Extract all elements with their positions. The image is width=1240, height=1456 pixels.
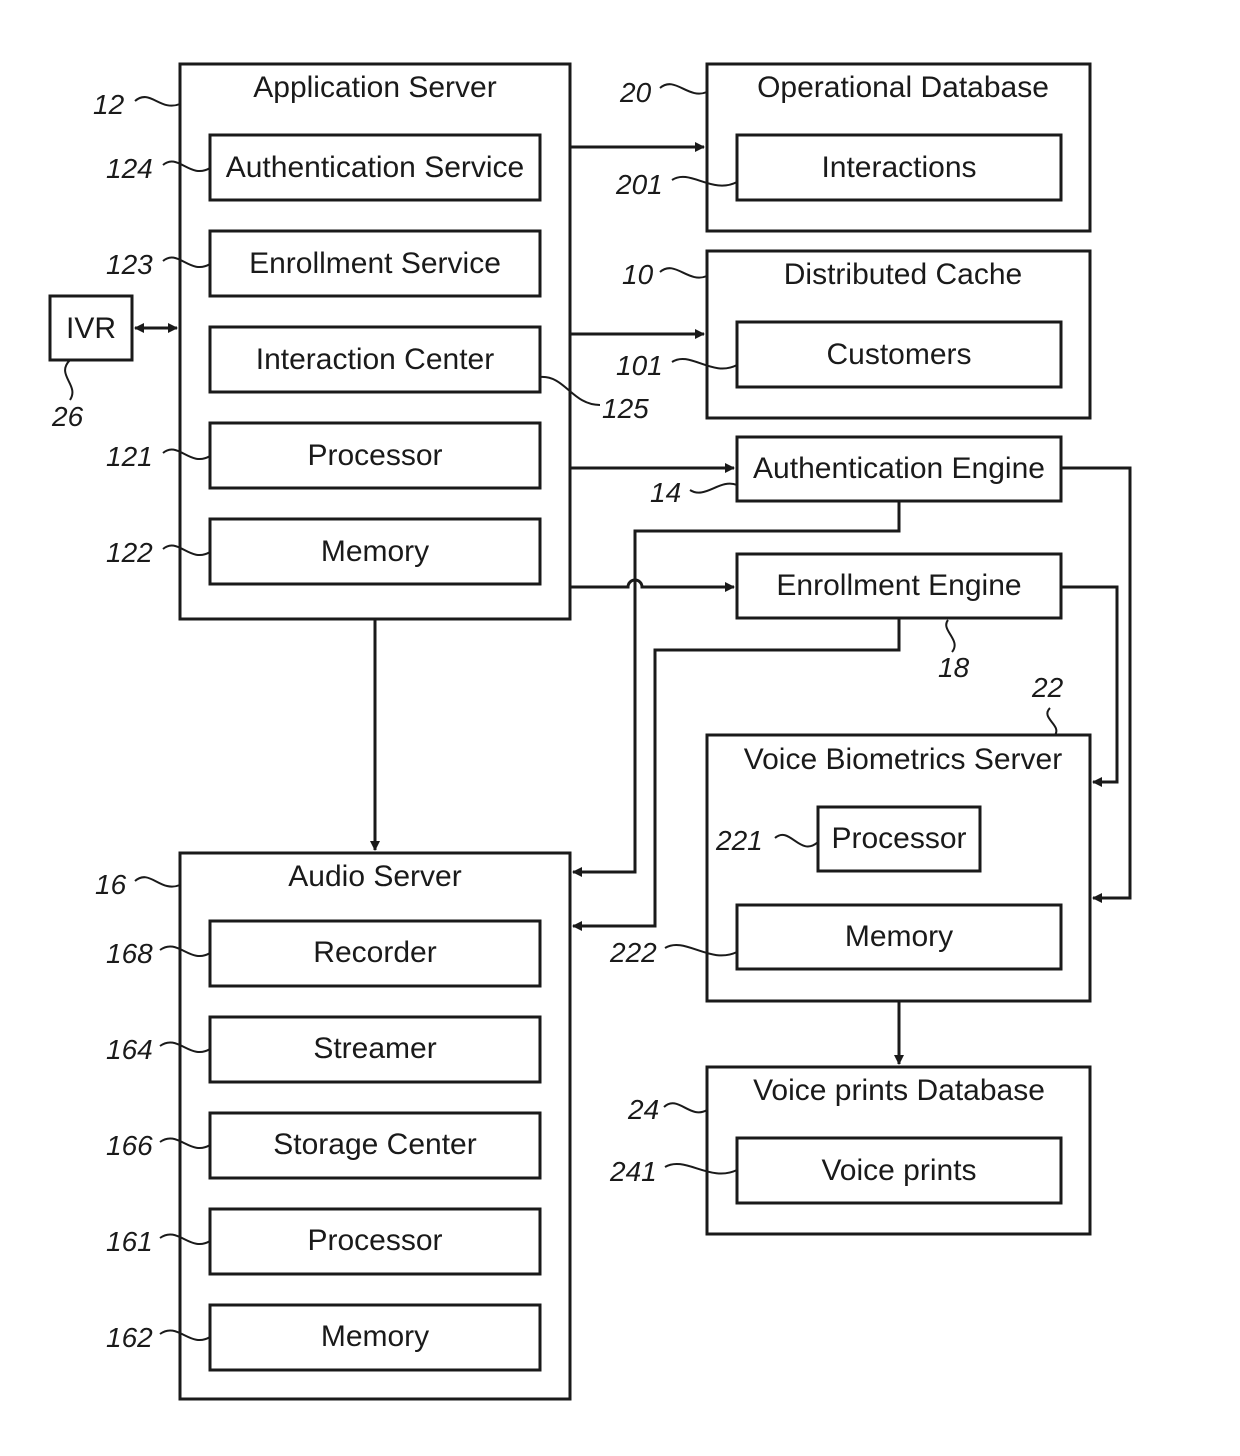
ref-label: 221 bbox=[715, 825, 763, 856]
vbs-processor-label: Processor bbox=[831, 822, 966, 855]
storage-center-label: Storage Center bbox=[273, 1128, 476, 1161]
ref-label: 16 bbox=[95, 869, 127, 900]
customers-label: Customers bbox=[826, 338, 971, 371]
voice-prints-database: Voice prints Database 24 Voice prints 24… bbox=[609, 1065, 1092, 1236]
recorder-label: Recorder bbox=[313, 936, 436, 969]
operational-database-title: Operational Database bbox=[757, 71, 1049, 104]
ref-label: 18 bbox=[938, 652, 970, 683]
ref-label: 12 bbox=[93, 89, 125, 120]
ref-label: 241 bbox=[609, 1156, 657, 1187]
ref-label: 168 bbox=[106, 938, 153, 969]
ref-label: 161 bbox=[106, 1226, 153, 1257]
ref-label: 121 bbox=[106, 441, 153, 472]
ref-label: 24 bbox=[627, 1094, 659, 1125]
memory-label: Memory bbox=[321, 535, 429, 568]
ref-label: 101 bbox=[616, 350, 663, 381]
ref-label: 166 bbox=[106, 1130, 153, 1161]
voice-prints-database-title: Voice prints Database bbox=[753, 1074, 1045, 1107]
ref-label: 201 bbox=[615, 169, 663, 200]
streamer-label: Streamer bbox=[313, 1032, 436, 1065]
vbs-memory-label: Memory bbox=[845, 920, 953, 953]
ref-label: 222 bbox=[609, 937, 657, 968]
authentication-engine-label: Authentication Engine bbox=[753, 452, 1045, 485]
ref-label: 10 bbox=[622, 259, 654, 290]
ref-label: 14 bbox=[650, 477, 681, 508]
as-processor-label: Processor bbox=[307, 1224, 442, 1257]
system-architecture-diagram: Application Server 12 Authentication Ser… bbox=[48, 62, 1132, 1401]
distributed-cache-title: Distributed Cache bbox=[784, 258, 1022, 291]
as-memory-label: Memory bbox=[321, 1320, 429, 1353]
ivr-label: IVR bbox=[66, 312, 116, 345]
ref-label: 122 bbox=[106, 537, 153, 568]
ref-label: 22 bbox=[1031, 672, 1064, 703]
ref-label: 162 bbox=[106, 1322, 153, 1353]
enrollment-service-label: Enrollment Service bbox=[249, 247, 501, 280]
voice-biometrics-server: Voice Biometrics Server 22 Processor 221… bbox=[609, 672, 1092, 1003]
interactions-label: Interactions bbox=[821, 151, 976, 184]
ref-label: 125 bbox=[602, 393, 649, 424]
app-to-enroll-engine-arrow bbox=[570, 578, 735, 592]
application-server-title: Application Server bbox=[253, 71, 496, 104]
enrollment-engine-label: Enrollment Engine bbox=[776, 569, 1021, 602]
voice-biometrics-server-title: Voice Biometrics Server bbox=[744, 743, 1062, 776]
ref-label: 123 bbox=[106, 249, 153, 280]
processor-label: Processor bbox=[307, 439, 442, 472]
ref-label: 20 bbox=[619, 77, 652, 108]
ref-label: 124 bbox=[106, 153, 153, 184]
ref-label: 164 bbox=[106, 1034, 153, 1065]
ivr: IVR 26 bbox=[48, 294, 178, 432]
ref-label: 26 bbox=[51, 401, 84, 432]
authentication-service-label: Authentication Service bbox=[226, 151, 525, 184]
voice-prints-label: Voice prints bbox=[821, 1154, 976, 1187]
authentication-engine: Authentication Engine 14 bbox=[650, 435, 1063, 508]
interaction-center-label: Interaction Center bbox=[256, 343, 494, 376]
application-server: Application Server 12 Authentication Ser… bbox=[93, 62, 649, 621]
audio-server: Audio Server 16 Recorder 168 Streamer 16… bbox=[95, 851, 572, 1401]
audio-server-title: Audio Server bbox=[288, 860, 461, 893]
